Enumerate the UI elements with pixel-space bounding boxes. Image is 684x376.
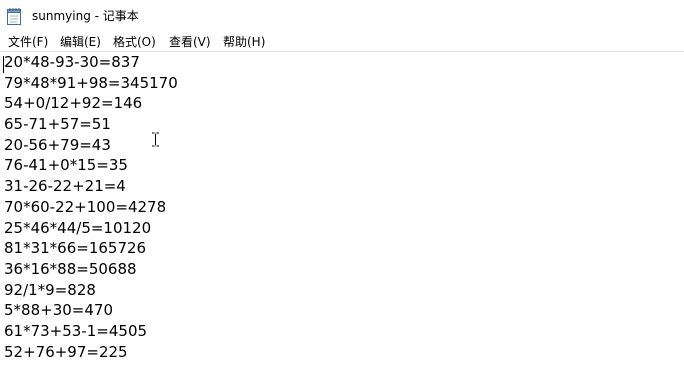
text-line: 79*48*91+98=345170: [4, 73, 178, 92]
text-lines: 20*48-93-30=837 79*48*91+98=345170 54+0/…: [4, 52, 178, 362]
text-cursor-icon: [151, 132, 160, 147]
text-line: 70*60-22+100=4278: [4, 197, 167, 216]
window-title: sunmying - 记事本: [32, 9, 139, 23]
text-line: 81*31*66=165726: [4, 239, 147, 258]
text-line: 76-41+0*15=35: [4, 156, 128, 175]
notepad-icon[interactable]: [6, 7, 22, 25]
menu-bar: 文件(F) 编辑(E) 格式(O) 查看(V) 帮助(H): [0, 31, 684, 51]
menu-help[interactable]: 帮助(H): [223, 33, 265, 51]
text-line: 20*48-93-30=837: [4, 53, 140, 71]
menu-file[interactable]: 文件(F): [8, 33, 48, 51]
text-line: 5*88+30=470: [4, 301, 113, 320]
text-line: 31-26-22+21=4: [4, 177, 126, 196]
text-editor-area[interactable]: 20*48-93-30=837 79*48*91+98=345170 54+0/…: [0, 51, 684, 376]
text-line: 52+76+97=225: [4, 342, 128, 361]
text-line: 54+0/12+92=146: [4, 94, 143, 113]
text-line: 36*16*88=50688: [4, 259, 137, 278]
menu-view[interactable]: 查看(V): [169, 33, 211, 51]
text-line: 25*46*44/5=10120: [4, 218, 152, 237]
menu-edit[interactable]: 编辑(E): [60, 33, 101, 51]
notepad-window: sunmying - 记事本 文件(F) 编辑(E) 格式(O) 查看(V) 帮…: [0, 0, 684, 376]
title-bar[interactable]: sunmying - 记事本: [0, 0, 684, 31]
menu-format[interactable]: 格式(O): [113, 33, 156, 51]
text-line: 61*73+53-1=4505: [4, 321, 148, 340]
text-line: 92/1*9=828: [4, 280, 96, 299]
